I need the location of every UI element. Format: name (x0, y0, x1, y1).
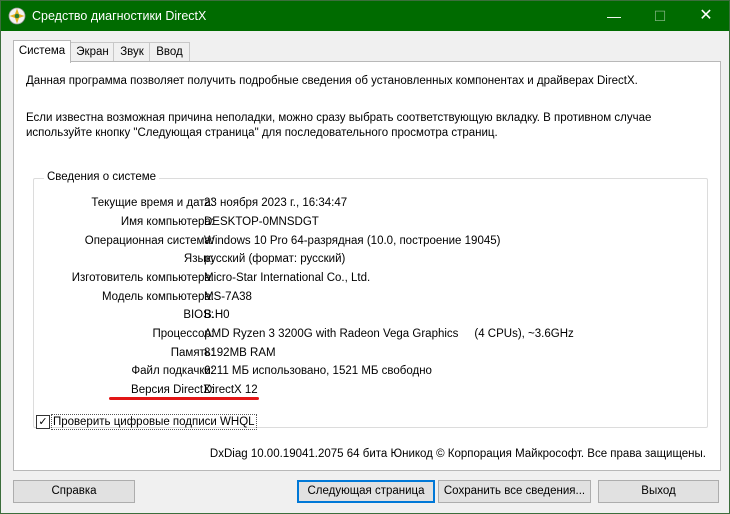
info-row-computer-name: Имя компьютера: DESKTOP-0MNSDGT (34, 214, 707, 232)
tab-input[interactable]: Ввод (149, 42, 190, 62)
info-label: Операционная система: (84, 235, 214, 247)
info-row-datetime: Текущие время и дата: 23 ноября 2023 г.,… (34, 195, 707, 213)
info-row-language: Язык: русский (формат: русский) (34, 251, 707, 269)
info-value: B.H0 (204, 309, 230, 321)
info-value: MS-7A38 (204, 291, 252, 303)
group-title: Сведения о системе (44, 171, 160, 183)
system-tab-panel: Данная программа позволяет получить подр… (13, 61, 721, 471)
info-row-os: Операционная система: Windows 10 Pro 64-… (34, 233, 707, 251)
system-info-group: Сведения о системе Текущие время и дата:… (33, 171, 708, 428)
title-bar[interactable]: Средство диагностики DirectX — ☐ ✕ (1, 1, 729, 31)
info-row-pagefile: Файл подкачки: 6211 МБ использовано, 152… (34, 363, 707, 381)
info-row-bios: BIOS: B.H0 (34, 307, 707, 325)
info-label: Модель компьютера: (101, 291, 214, 303)
info-label: Имя компьютера: (120, 216, 214, 228)
info-value: AMD Ryzen 3 3200G with Radeon Vega Graph… (204, 328, 574, 340)
info-row-manufacturer: Изготовитель компьютера: Micro-Star Inte… (34, 270, 707, 288)
tab-system[interactable]: Система (13, 40, 71, 63)
maximize-button[interactable]: ☐ (637, 1, 683, 31)
copyright-text: DxDiag 10.00.19041.2075 64 бита Юникод ©… (209, 448, 706, 460)
red-highlight-underline (109, 397, 259, 400)
window-title: Средство диагностики DirectX (32, 9, 207, 23)
info-row-model: Модель компьютера: MS-7A38 (34, 289, 707, 307)
save-all-button[interactable]: Сохранить все сведения... (438, 480, 591, 503)
info-label: Файл подкачки: (131, 365, 214, 377)
info-value: Windows 10 Pro 64-разрядная (10.0, постр… (204, 235, 501, 247)
tab-display[interactable]: Экран (70, 42, 115, 62)
info-value: 6211 МБ использовано, 1521 МБ свободно (204, 365, 432, 377)
info-label: Текущие время и дата: (91, 197, 214, 209)
info-value: 8192MB RAM (204, 347, 276, 359)
info-value: русский (формат: русский) (204, 253, 346, 265)
whql-label[interactable]: Проверить цифровые подписи WHQL (51, 414, 257, 430)
intro-text-2: Если известна возможная причина неполадк… (26, 112, 652, 139)
info-label: Версия DirectX: (131, 384, 214, 396)
intro-text-1: Данная программа позволяет получить подр… (26, 75, 638, 87)
tab-sound[interactable]: Звук (113, 42, 151, 62)
whql-checkbox[interactable]: ✓ (36, 415, 50, 429)
info-value: DESKTOP-0MNSDGT (204, 216, 319, 228)
info-value: Micro-Star International Co., Ltd. (204, 272, 371, 284)
dxdiag-window: Средство диагностики DirectX — ☐ ✕ Систе… (0, 0, 730, 514)
info-label: Изготовитель компьютера: (71, 272, 214, 284)
info-value: 23 ноября 2023 г., 16:34:47 (204, 197, 348, 209)
directx-app-icon (8, 7, 26, 25)
info-row-processor: Процессор: AMD Ryzen 3 3200G with Radeon… (34, 326, 707, 344)
close-button[interactable]: ✕ (683, 1, 729, 31)
info-value: DirectX 12 (204, 384, 258, 396)
help-button[interactable]: Справка (13, 480, 135, 503)
exit-button[interactable]: Выход (598, 480, 719, 503)
info-row-memory: Память: 8192MB RAM (34, 345, 707, 363)
next-page-button[interactable]: Следующая страница (297, 480, 435, 503)
minimize-button[interactable]: — (591, 1, 637, 31)
